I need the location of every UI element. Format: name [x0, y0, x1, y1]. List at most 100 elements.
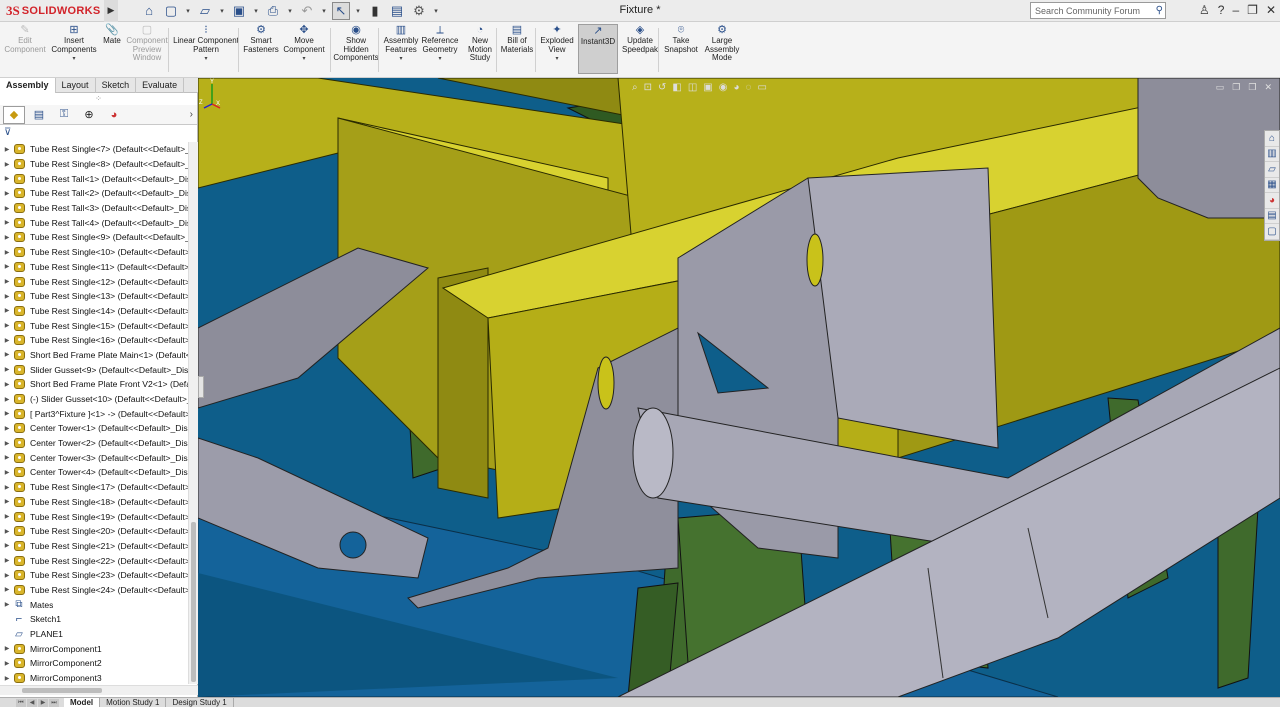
solidworks-resources-icon[interactable]: ⌂ — [1265, 131, 1279, 147]
appearances-icon[interactable]: ◕ — [1265, 193, 1279, 209]
large-assembly-mode-button[interactable]: ⚙ Large Assembly Mode — [702, 24, 742, 63]
tree-item[interactable]: ▶ Tube Rest Single<24> (Default<<Default>… — [0, 583, 188, 598]
expand-arrow-icon[interactable]: ▶ — [2, 381, 12, 388]
expand-arrow-icon[interactable]: ▶ — [2, 234, 12, 241]
tree-item[interactable]: ▶ ⧉ Mates — [0, 597, 188, 612]
display-manager-tab-icon[interactable]: ◕ — [103, 106, 125, 124]
expand-arrow-icon[interactable]: ▶ — [2, 469, 12, 476]
open-folder-icon[interactable]: ▱ — [196, 2, 214, 20]
print-icon[interactable]: ⎙ — [264, 2, 282, 20]
tree-item[interactable]: ▶ Tube Rest Single<7> (Default<<Default>_… — [0, 142, 188, 157]
tree-item[interactable]: ▶ Tube Rest Single<15> (Default<<Default>… — [0, 318, 188, 333]
tree-horizontal-scrollbar[interactable] — [0, 685, 198, 695]
tree-item[interactable]: ▶ Center Tower<4> (Default<<Default>_Disp… — [0, 465, 188, 480]
expand-arrow-icon[interactable]: ▶ — [2, 675, 12, 682]
expand-arrow-icon[interactable]: ▶ — [2, 351, 12, 358]
undo-icon[interactable]: ↶ — [298, 2, 316, 20]
feature-manager-tab-icon[interactable]: ◆ — [3, 105, 25, 124]
bottom-tab-design-study-1[interactable]: Design Study 1 — [166, 697, 234, 707]
vscroll-thumb[interactable] — [191, 522, 196, 682]
tree-item[interactable]: ▶ Tube Rest Single<19> (Default<<Default>… — [0, 509, 188, 524]
expand-arrow-icon[interactable]: ▶ — [2, 572, 12, 579]
close-icon[interactable]: ✕ — [1266, 3, 1276, 17]
tree-filter[interactable]: ⊽ — [0, 125, 197, 140]
expand-arrow-icon[interactable]: ▶ — [2, 645, 12, 652]
hscroll-thumb[interactable] — [22, 688, 102, 693]
expand-arrow-icon[interactable]: ▶ — [2, 146, 12, 153]
chevron-down-icon[interactable]: ▾ — [399, 55, 402, 64]
property-manager-tab-icon[interactable]: ▤ — [28, 106, 50, 124]
bottom-tab-model[interactable]: Model — [64, 697, 101, 707]
tree-item[interactable]: ▶ Tube Rest Single<21> (Default<<Default>… — [0, 539, 188, 554]
hide-show-items-icon[interactable]: ◉ — [719, 82, 728, 93]
bottom-tab-motion-study-1[interactable]: Motion Study 1 — [100, 697, 167, 707]
tree-item[interactable]: ▶ Tube Rest Single<8> (Default<<Default>_… — [0, 157, 188, 172]
expand-arrow-icon[interactable]: ▶ — [2, 322, 12, 329]
new-dropdown-icon[interactable]: ▾ — [184, 2, 192, 20]
file-explorer-icon[interactable]: ▱ — [1265, 162, 1279, 178]
expand-arrow-icon[interactable]: ▶ — [2, 586, 12, 593]
expand-arrow-icon[interactable]: ▶ — [2, 498, 12, 505]
apply-scene-icon[interactable]: ◌ — [746, 82, 752, 93]
select-pointer-icon[interactable]: ↖ — [332, 1, 350, 20]
instant3d-button[interactable]: ↗ Instant3D — [578, 24, 618, 74]
options-dropdown-icon[interactable]: ▾ — [432, 2, 440, 20]
expand-arrow-icon[interactable]: ▶ — [2, 440, 12, 447]
tree-item[interactable]: ▱ PLANE1 — [0, 627, 188, 642]
tree-item[interactable]: ▶ Tube Rest Single<11> (Default<<Default>… — [0, 260, 188, 275]
take-snapshot-button[interactable]: ⌾ Take Snapshot — [662, 24, 700, 54]
configuration-manager-tab-icon[interactable]: ⚿ — [53, 106, 75, 124]
open-dropdown-icon[interactable]: ▾ — [218, 2, 226, 20]
chevron-down-icon[interactable]: ▾ — [302, 55, 305, 64]
chevron-down-icon[interactable]: ▾ — [204, 55, 207, 64]
expand-arrow-icon[interactable]: ▶ — [2, 484, 12, 491]
previous-view-icon[interactable]: ↺ — [658, 82, 666, 93]
filter-icon[interactable]: ⊽ — [4, 127, 11, 138]
traffic-light-icon[interactable]: ▮ — [366, 2, 384, 20]
tree-item[interactable]: ▶ Tube Rest Tall<4> (Default<<Default>_Di… — [0, 215, 188, 230]
tree-item[interactable]: ▶ Tube Rest Single<22> (Default<<Default>… — [0, 553, 188, 568]
new-motion-study-button[interactable]: ◔ New Motion Study — [462, 24, 498, 63]
tree-item[interactable]: ▶ Center Tower<2> (Default<<Default>_Disp… — [0, 436, 188, 451]
viewport-close-icon[interactable]: ✕ — [1264, 82, 1272, 93]
update-speedpak-button[interactable]: ◈ Update Speedpak — [620, 24, 660, 54]
tree-item[interactable]: ▶ Tube Rest Tall<2> (Default<<Default>_Di… — [0, 186, 188, 201]
design-library-icon[interactable]: ▥ — [1265, 147, 1279, 162]
assembly-features-button[interactable]: ▥ Assembly Features ▾ — [382, 24, 420, 64]
home-icon[interactable]: ⌂ — [140, 2, 158, 20]
exploded-view-button[interactable]: ✦ Exploded View ▾ — [537, 24, 577, 64]
bill-of-materials-button[interactable]: ▤ Bill of Materials — [500, 24, 534, 54]
viewport-restore-icon[interactable]: ❐ — [1232, 82, 1240, 93]
expand-arrow-icon[interactable]: ▶ — [2, 396, 12, 403]
view-orientation-icon[interactable]: ◫ — [688, 82, 697, 93]
prev-tab-icon[interactable]: ◀ — [27, 698, 37, 707]
tab-sketch[interactable]: Sketch — [96, 78, 137, 93]
tree-item[interactable]: ▶ Tube Rest Single<12> (Default<<Default>… — [0, 274, 188, 289]
solidworks-logo[interactable]: 3S SOLIDWORKS — [0, 0, 104, 22]
tree-item[interactable]: ▶ Short Bed Frame Plate Front V2<1> (Defa… — [0, 377, 188, 392]
tree-item[interactable]: ▶ Tube Rest Tall<1> (Default<<Default>_Di… — [0, 171, 188, 186]
expand-arrow-icon[interactable]: ▶ — [2, 454, 12, 461]
tree-vertical-scrollbar[interactable] — [188, 142, 198, 684]
tree-item[interactable]: ▶ Tube Rest Single<20> (Default<<Default>… — [0, 524, 188, 539]
graphics-viewport[interactable]: ⌕ ⊡ ↺ ◧ ◫ ▣ ◉ ◕ ◌ ▭ ▭ ❐ ❒ ✕ ⌂ ▥ ▱ ▦ ◕ ▤ … — [198, 78, 1280, 697]
tree-item[interactable]: ▶ Tube Rest Single<16> (Default<<Default>… — [0, 333, 188, 348]
tab-evaluate[interactable]: Evaluate — [136, 78, 185, 93]
tree-item[interactable]: ▶ Tube Rest Single<18> (Default<<Default>… — [0, 495, 188, 510]
tree-item[interactable]: ▶ Tube Rest Single<10> (Default<<Default>… — [0, 245, 188, 260]
search-icon[interactable]: ⚲ — [1156, 5, 1163, 16]
edit-component-button[interactable]: ✎ Edit Component — [2, 24, 48, 54]
menu-expand-arrow[interactable]: ▶ — [104, 0, 118, 22]
show-hidden-components-button[interactable]: ◉ Show Hidden Components — [333, 24, 379, 63]
expand-arrow-icon[interactable]: ▶ — [2, 660, 12, 667]
select-dropdown-icon[interactable]: ▾ — [354, 2, 362, 20]
first-tab-icon[interactable]: ⏮ — [16, 698, 26, 707]
move-component-button[interactable]: ✥ Move Component ▾ — [283, 24, 325, 64]
tree-item[interactable]: ▶ Slider Gusset<9> (Default<<Default>_Dis… — [0, 362, 188, 377]
last-tab-icon[interactable]: ⏭ — [49, 698, 59, 707]
zoom-to-fit-icon[interactable]: ⌕ — [632, 82, 638, 93]
tree-item[interactable]: ▶ Short Bed Frame Plate Main<1> (Default<… — [0, 348, 188, 363]
linear-component-pattern-button[interactable]: ⁝ Linear Component Pattern ▾ — [172, 24, 240, 64]
tree-item[interactable]: ▶ Tube Rest Single<14> (Default<<Default>… — [0, 304, 188, 319]
tree-item[interactable]: ▶ [ Part3^Fixture ]<1> -> (Default<<Defau… — [0, 406, 188, 421]
